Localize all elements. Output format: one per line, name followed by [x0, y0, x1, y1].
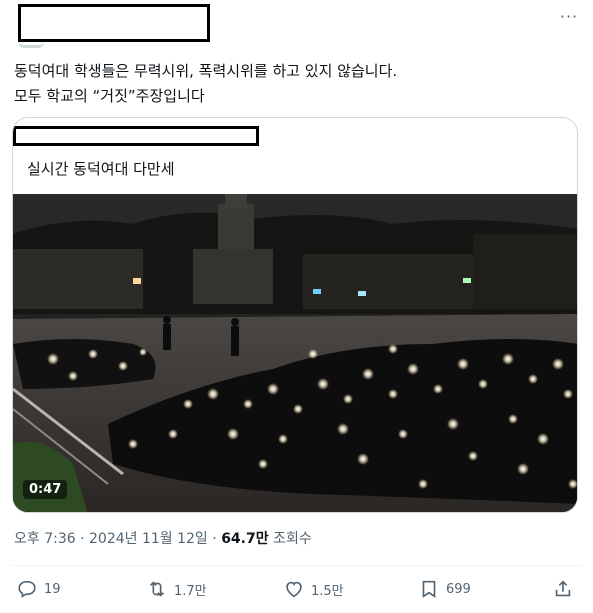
divider	[12, 565, 582, 566]
video-thumbnail	[13, 194, 577, 512]
tweet-time[interactable]: 오후 7:36	[14, 531, 76, 547]
share-icon	[555, 580, 571, 597]
share-button[interactable]	[552, 578, 574, 600]
bookmark-icon	[422, 580, 436, 598]
more-options-button[interactable]: ···	[556, 6, 582, 26]
quote-text: 실시간 동덕여대 다만세	[27, 160, 175, 178]
redacted-quote-user	[13, 126, 259, 146]
video-player[interactable]: 0:47	[13, 194, 577, 512]
repost-icon	[149, 581, 165, 597]
reply-button[interactable]: 19	[16, 578, 61, 600]
repost-button[interactable]: 1.7만	[146, 578, 207, 600]
like-button[interactable]: 1.5만	[283, 578, 344, 600]
view-count: 64.7만	[221, 531, 269, 547]
repost-count: 1.7만	[174, 583, 207, 599]
quote-card[interactable]: 실시간 동덕여대 다만세 0:47	[12, 117, 578, 513]
reply-icon	[18, 580, 36, 598]
avatar[interactable]	[18, 42, 44, 48]
tweet-text: 동덕여대 학생들은 무력시위, 폭력시위를 하고 있지 않습니다. 모두 학교의…	[14, 59, 574, 109]
video-duration-badge: 0:47	[23, 480, 68, 499]
like-count: 1.5만	[311, 583, 344, 599]
heart-icon	[286, 581, 302, 598]
tweet-date[interactable]: 2024년 11월 12일	[89, 531, 208, 547]
action-bar: 19 1.7만 1.5만 699	[0, 574, 593, 608]
ellipsis-icon: ···	[559, 6, 579, 26]
tweet-meta: 오후 7:36 · 2024년 11월 12일 · 64.7만 조회수	[14, 528, 312, 548]
meta-separator: ·	[75, 531, 90, 547]
tweet-text-line-1: 동덕여대 학생들은 무력시위, 폭력시위를 하고 있지 않습니다.	[14, 62, 398, 80]
view-label: 조회수	[273, 531, 312, 547]
reply-count: 19	[44, 581, 61, 597]
tweet-text-line-2: 모두 학교의 “거짓”주장입니다	[14, 87, 205, 105]
bookmark-button[interactable]: 699	[418, 578, 471, 600]
meta-separator-2: ·	[207, 531, 222, 547]
bookmark-count: 699	[446, 581, 471, 597]
redacted-user-header	[18, 4, 210, 42]
